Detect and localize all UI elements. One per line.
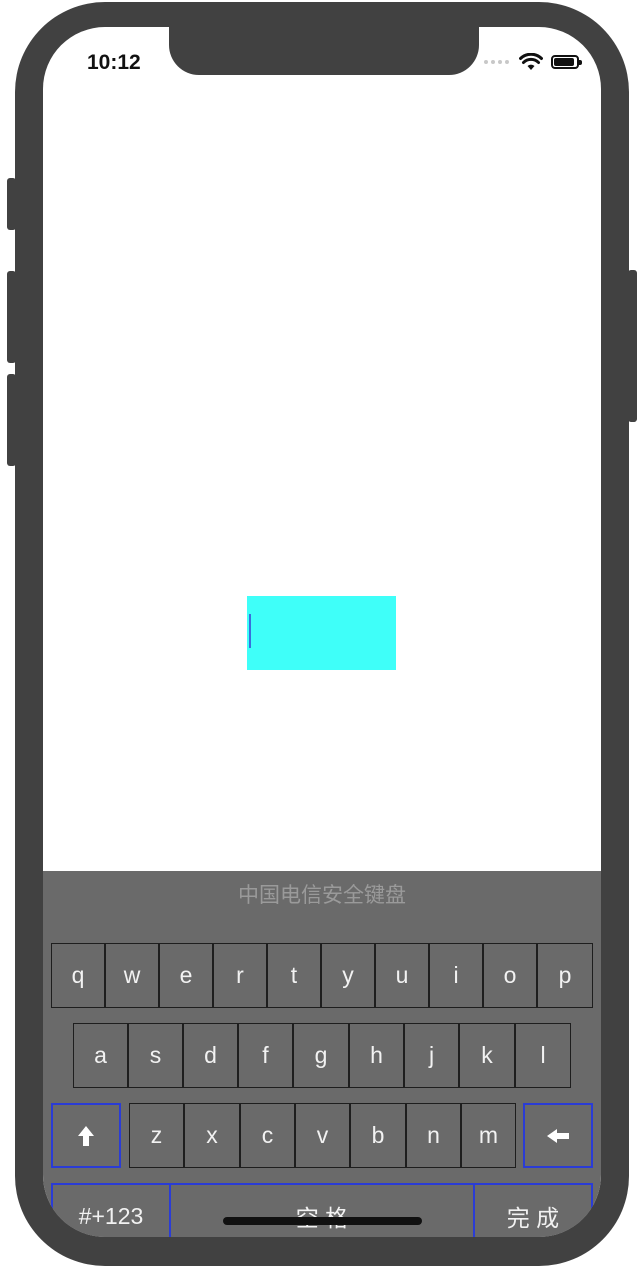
text-caret [249,614,251,648]
status-time: 10:12 [87,51,141,74]
key-g[interactable]: g [293,1023,349,1088]
key-s[interactable]: s [128,1023,183,1088]
secure-keyboard: 中国电信安全键盘 q w e r t y u i o p a s d f g h… [43,871,601,1237]
key-x[interactable]: x [184,1103,240,1168]
key-q[interactable]: q [51,943,105,1008]
home-indicator[interactable] [223,1217,422,1225]
space-key[interactable]: 空 格 [169,1183,475,1237]
volume-up-button [7,271,16,363]
key-b[interactable]: b [350,1103,406,1168]
shift-key[interactable] [51,1103,121,1168]
key-l[interactable]: l [515,1023,571,1088]
key-y[interactable]: y [321,943,375,1008]
key-i[interactable]: i [429,943,483,1008]
power-button [628,270,637,422]
key-j[interactable]: j [404,1023,459,1088]
key-u[interactable]: u [375,943,429,1008]
key-c[interactable]: c [240,1103,295,1168]
key-f[interactable]: f [238,1023,293,1088]
key-w[interactable]: w [105,943,159,1008]
left-arrow-icon [547,1128,569,1143]
symbols-key[interactable]: #+123 [51,1183,171,1237]
wifi-icon [519,53,543,70]
key-t[interactable]: t [267,943,321,1008]
status-icons [484,53,582,71]
signal-dots-icon [484,60,509,64]
notch [169,27,479,75]
silent-switch [7,178,16,230]
key-o[interactable]: o [483,943,537,1008]
backspace-key[interactable] [523,1103,593,1168]
keyboard-title: 中国电信安全键盘 [238,884,406,907]
password-input[interactable] [247,596,396,670]
battery-icon [551,55,582,69]
key-m[interactable]: m [461,1103,516,1168]
key-p[interactable]: p [537,943,593,1008]
up-arrow-icon [78,1125,94,1146]
volume-down-button [7,374,16,466]
key-n[interactable]: n [406,1103,461,1168]
key-a[interactable]: a [73,1023,128,1088]
key-h[interactable]: h [349,1023,404,1088]
key-d[interactable]: d [183,1023,238,1088]
done-key[interactable]: 完 成 [473,1183,593,1237]
screen: 10:12 中国电信安全键盘 q w e r t y u i o p a s d… [43,27,601,1237]
key-z[interactable]: z [129,1103,184,1168]
key-k[interactable]: k [459,1023,515,1088]
key-e[interactable]: e [159,943,213,1008]
key-r[interactable]: r [213,943,267,1008]
key-v[interactable]: v [295,1103,350,1168]
